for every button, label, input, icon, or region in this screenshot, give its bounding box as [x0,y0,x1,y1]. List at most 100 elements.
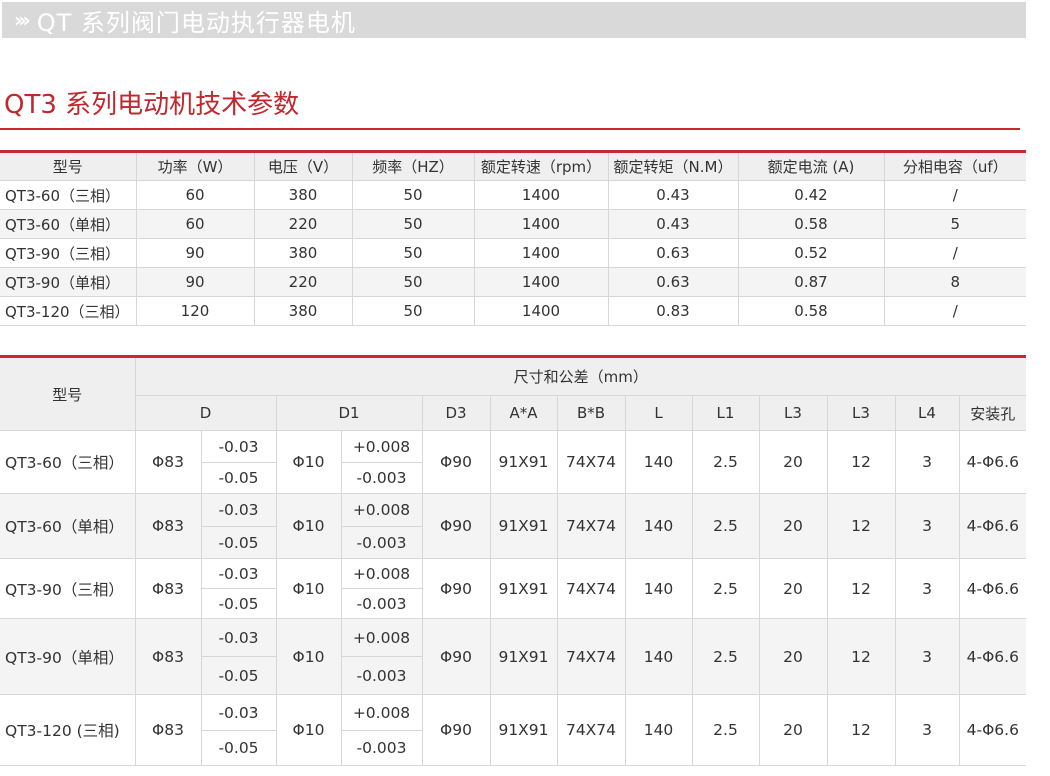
motor-parameters-table: 型号 功率（W） 电压（V） 频率（HZ） 额定转速（rpm） 额定转矩（N.M… [0,150,1026,326]
cell-rated-current: 0.52 [737,238,885,268]
header-power: 功率（W） [135,151,255,181]
cell-d: Φ83 [134,558,202,619]
cell-model: QT3-90（单相） [0,267,137,297]
cell-d1-tol-upper: +0.008 [340,618,423,657]
cell-d-tol-upper: -0.03 [200,558,277,589]
table-subheader-row: D D1 D3 A*A B*B L L1 L3 L3 L4 安装孔 [0,395,1027,431]
cell-mounting-hole: 4-Φ6.6 [958,618,1027,695]
cell-model: QT3-60（三相） [0,430,136,494]
cell-rated-torque: 0.63 [607,238,739,268]
cell-bb: 74X74 [556,618,626,695]
cell-rated-torque: 0.43 [607,180,739,210]
cell-d1: Φ10 [275,558,342,619]
cell-frequency: 50 [351,238,475,268]
cell-l3-b: 12 [826,618,896,695]
header-rated-speed: 额定转速（rpm） [473,151,609,181]
table-row: QT3-60（三相） 60 380 50 1400 0.43 0.42 / [0,180,1026,210]
header-l4: L4 [894,395,960,431]
cell-d-tol-upper: -0.03 [200,694,277,731]
dimensions-table: 型号 尺寸和公差（mm） D D1 D3 A*A B*B L L1 L3 L3 … [0,355,1027,766]
cell-bb: 74X74 [556,558,626,619]
table-row: QT3-90（三相） 90 380 50 1400 0.63 0.52 / [0,238,1026,268]
banner-title: QT 系列阀门电动执行器电机 [36,8,356,37]
section-divider [0,128,1020,130]
cell-rated-torque: 0.43 [607,209,739,239]
cell-frequency: 50 [351,296,475,326]
cell-model: QT3-120（三相） [0,296,137,326]
header-model: 型号 [0,356,136,431]
cell-rated-torque: 0.63 [607,267,739,297]
cell-d1-tol-lower: -0.003 [340,730,423,766]
cell-d1-tol-upper: +0.008 [340,430,423,463]
cell-capacitor: 8 [883,267,1026,297]
cell-voltage: 220 [253,267,353,297]
cell-capacitor: / [883,238,1026,268]
cell-mounting-hole: 4-Φ6.6 [958,430,1027,494]
cell-mounting-hole: 4-Φ6.6 [958,558,1027,619]
header-l: L [624,395,693,431]
cell-l: 140 [624,694,693,766]
header-aa: A*A [489,395,558,431]
section-title: QT3 系列电动机技术参数 [4,90,300,120]
header-dimensions-group: 尺寸和公差（mm） [134,356,1027,396]
cell-rated-speed: 1400 [473,180,609,210]
table-row: QT3-120 (三相) Φ83 -0.03 Φ10 +0.008 Φ90 91… [0,694,1027,766]
cell-power: 90 [135,267,255,297]
cell-l: 140 [624,558,693,619]
cell-aa: 91X91 [489,430,558,494]
cell-voltage: 380 [253,238,353,268]
cell-d3: Φ90 [421,558,491,619]
cell-l1: 2.5 [691,694,760,766]
cell-model: QT3-60（单相） [0,493,136,559]
cell-d-tol-lower: -0.05 [200,730,277,766]
cell-power: 90 [135,238,255,268]
cell-d-tol-lower: -0.05 [200,588,277,619]
header-l3-b: L3 [826,395,896,431]
cell-model: QT3-120 (三相) [0,694,136,766]
cell-aa: 91X91 [489,618,558,695]
table-row: QT3-90（三相） Φ83 -0.03 Φ10 +0.008 Φ90 91X9… [0,558,1027,619]
cell-frequency: 50 [351,209,475,239]
cell-l1: 2.5 [691,558,760,619]
cell-l3-b: 12 [826,430,896,494]
cell-d1-tol-upper: +0.008 [340,558,423,589]
header-capacitor: 分相电容（uf） [883,151,1026,181]
cell-power: 120 [135,296,255,326]
cell-d3: Φ90 [421,694,491,766]
cell-l3-b: 12 [826,694,896,766]
cell-rated-current: 0.58 [737,296,885,326]
cell-capacitor: / [883,296,1026,326]
cell-frequency: 50 [351,180,475,210]
cell-bb: 74X74 [556,493,626,559]
header-banner: ››› QT 系列阀门电动执行器电机 [2,2,1026,38]
header-rated-current: 额定电流 (A) [737,151,885,181]
cell-d-tol-upper: -0.03 [200,618,277,657]
cell-l3-a: 20 [758,430,828,494]
cell-l3-b: 12 [826,558,896,619]
header-bb: B*B [556,395,626,431]
cell-d3: Φ90 [421,618,491,695]
cell-d1: Φ10 [275,694,342,766]
header-mounting-hole: 安装孔 [958,395,1027,431]
table-row: QT3-90（单相） Φ83 -0.03 Φ10 +0.008 Φ90 91X9… [0,618,1027,695]
cell-mounting-hole: 4-Φ6.6 [958,493,1027,559]
cell-model: QT3-60（单相） [0,209,137,239]
cell-d-tol-lower: -0.05 [200,526,277,559]
header-rated-torque: 额定转矩（N.M） [607,151,739,181]
header-d1: D1 [275,395,423,431]
cell-voltage: 380 [253,296,353,326]
cell-d1-tol-lower: -0.003 [340,656,423,695]
cell-d1: Φ10 [275,493,342,559]
cell-d-tol-lower: -0.05 [200,656,277,695]
table-row: QT3-120（三相） 120 380 50 1400 0.83 0.58 / [0,296,1026,326]
cell-l3-a: 20 [758,694,828,766]
cell-d: Φ83 [134,430,202,494]
cell-l3-a: 20 [758,618,828,695]
table-header-row: 型号 尺寸和公差（mm） [0,356,1027,431]
cell-d1-tol-lower: -0.003 [340,526,423,559]
cell-l4: 3 [894,493,960,559]
chevron-right-icon: ››› [14,8,31,32]
cell-d1-tol-upper: +0.008 [340,694,423,731]
cell-model: QT3-60（三相） [0,180,137,210]
table-header-row: 型号 功率（W） 电压（V） 频率（HZ） 额定转速（rpm） 额定转矩（N.M… [0,151,1026,181]
